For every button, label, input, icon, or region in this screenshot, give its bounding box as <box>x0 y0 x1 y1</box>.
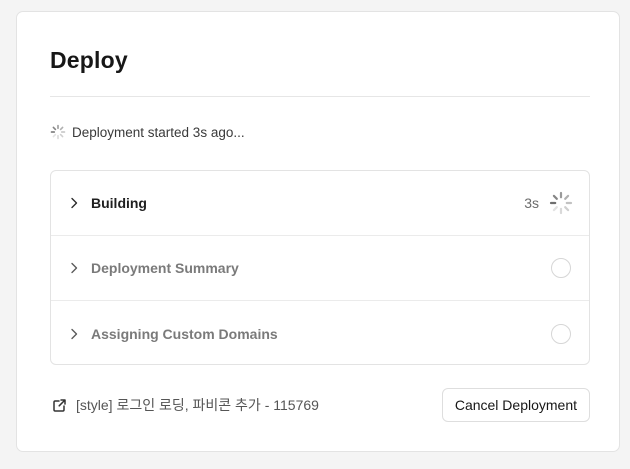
chevron-right-icon <box>67 196 81 210</box>
commit-link[interactable]: [style] 로그인 로딩, 파비콘 추가 - 115769 <box>52 395 319 415</box>
loading-spinner-icon <box>549 191 573 215</box>
deployment-steps: Building 3s Deployment Summary Assigning… <box>50 170 590 365</box>
step-label: Deployment Summary <box>91 260 239 276</box>
step-label: Building <box>91 195 147 211</box>
step-duration: 3s <box>524 195 539 211</box>
step-deployment-summary[interactable]: Deployment Summary <box>51 236 589 301</box>
chevron-right-icon <box>67 327 81 341</box>
loading-spinner-icon <box>50 124 66 140</box>
external-link-icon <box>52 398 67 413</box>
chevron-right-icon <box>67 261 81 275</box>
deploy-card: Deploy Deployment started 3s ago... Buil… <box>16 11 620 452</box>
empty-circle-icon <box>551 258 571 278</box>
step-label: Assigning Custom Domains <box>91 325 278 342</box>
commit-message: [style] 로그인 로딩, 파비콘 추가 - 115769 <box>76 397 319 413</box>
cancel-deployment-button[interactable]: Cancel Deployment <box>441 388 590 422</box>
deployment-status-text: Deployment started 3s ago... <box>72 124 245 140</box>
page-title: Deploy <box>50 47 128 73</box>
step-building[interactable]: Building 3s <box>51 171 589 236</box>
title-divider <box>50 96 590 97</box>
empty-circle-icon <box>551 323 571 344</box>
step-assigning-custom-domains[interactable]: Assigning Custom Domains <box>51 301 589 364</box>
deployment-status: Deployment started 3s ago... <box>50 122 245 142</box>
